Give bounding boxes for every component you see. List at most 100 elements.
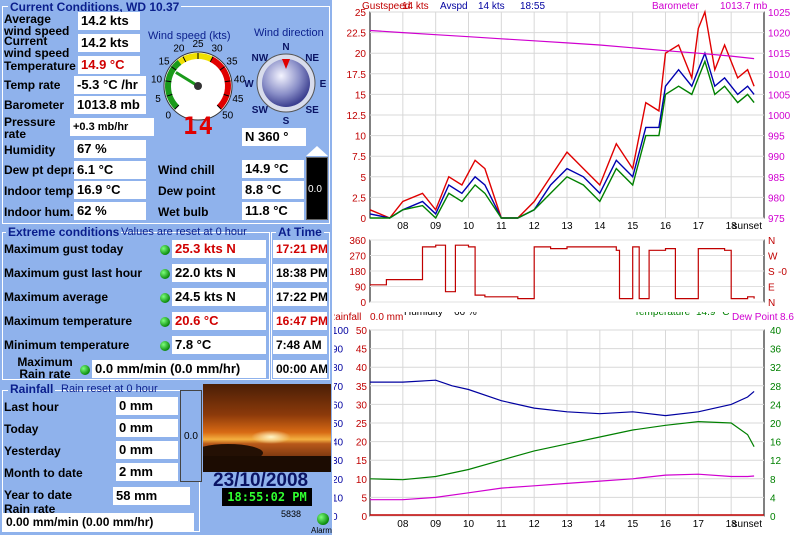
chart2-y-right-label: E xyxy=(768,283,775,294)
extreme-row-value: 20.6 °C xyxy=(172,312,266,330)
rainfall-note: Rain reset at 0 hour xyxy=(61,383,158,395)
chart3-y-right-tick: 4 xyxy=(770,493,776,504)
chart3-y-mid-tick: 20 xyxy=(356,438,368,449)
chart1-y-left-tick: 5 xyxy=(360,173,366,184)
chart2-y-right-label: S xyxy=(768,267,775,278)
dew-depr-label: Dew pt depr. xyxy=(4,163,76,177)
gauge-tick-label: 25 xyxy=(192,40,204,50)
chart-x-tick: 14 xyxy=(594,221,606,232)
chart1-y-left-tick: 7.5 xyxy=(352,152,366,163)
chart-x-tick: 14 xyxy=(594,519,606,530)
extreme-row-label: Maximum gust today xyxy=(4,242,124,256)
chart3-y-mid-tick: 40 xyxy=(356,363,368,374)
compass-label: W xyxy=(244,79,254,90)
chart3-y-mid-tick: 35 xyxy=(356,382,368,393)
compass-label: NW xyxy=(252,53,269,64)
graphs-area: Gustspeed 14 kts Avspd 14 kts 18:55 Barometer… xyxy=(334,0,797,535)
rain-month-value: 2 mm xyxy=(116,463,178,481)
chart1-y-left-tick: 22.5 xyxy=(347,29,367,40)
windchill-label: Wind chill xyxy=(158,163,215,177)
extreme-row-label: Maximum average xyxy=(4,290,109,304)
chart-x-tick: 09 xyxy=(430,221,442,232)
chart1-y-left-tick: 2.5 xyxy=(352,193,366,204)
chart1-y-left-tick: 17.5 xyxy=(347,70,367,81)
temp-rate-label: Temp rate xyxy=(4,78,61,92)
chart-x-tick: 11 xyxy=(496,221,507,232)
chart3-y-right-tick: 28 xyxy=(770,382,782,393)
chart1-time: 18:55 xyxy=(520,1,545,12)
wind-direction-chart: 090180270360 NWSEN-0 xyxy=(349,236,787,309)
left-panel: Current Conditions, WD 10.37 Average win… xyxy=(0,0,332,535)
chart-x-tick: 10 xyxy=(463,221,475,232)
rain-yesterday-value: 0 mm xyxy=(116,441,178,459)
chart-x-tick: 08 xyxy=(397,221,409,232)
chart3-dew-value: 8.6 xyxy=(780,312,794,323)
chart3-y-mid-tick: 10 xyxy=(356,475,368,486)
extreme-row-value: 7.8 °C xyxy=(172,336,266,354)
gauge-tick-label: 5 xyxy=(155,94,161,105)
extreme-row-label: Maximum Rain rate xyxy=(17,355,73,381)
chart-x-tick: 12 xyxy=(529,221,541,232)
extreme-row-time: 00:00 AM xyxy=(273,360,327,378)
chart3-y-left-tick: 80 xyxy=(334,363,344,374)
extreme-row-led-icon xyxy=(160,293,170,303)
chart3-y-mid-tick: 25 xyxy=(356,419,368,430)
chart3-rain-value: 0.0 mm xyxy=(370,312,403,323)
barometer-value: 1013.8 mb xyxy=(74,96,146,114)
chart-x-tick: 15 xyxy=(627,221,639,232)
gauge-tick-label: 50 xyxy=(222,111,234,122)
chart-x-tick: 12 xyxy=(529,519,541,530)
compass-label: E xyxy=(320,79,327,90)
at-time-title: At Time xyxy=(276,225,324,239)
chart-sunset-label: sunset xyxy=(733,519,763,530)
chart1-y-right-tick: 980 xyxy=(768,193,785,204)
dew-depr-value: 6.1 °C xyxy=(74,161,146,179)
chart3-y-right-tick: 12 xyxy=(770,456,782,467)
chart3-y-right-tick: 40 xyxy=(770,326,782,337)
extreme-row-label: Maximum gust last hour xyxy=(4,266,143,280)
chart3-y-left-tick: 90 xyxy=(334,345,344,356)
gauge-tick-label: 10 xyxy=(151,74,163,85)
alarm-led-icon[interactable] xyxy=(317,513,329,525)
chart1-y-left-tick: 20 xyxy=(355,49,367,60)
chart3-y-left-tick: 10 xyxy=(334,493,344,504)
temperature-value: 14.9 °C xyxy=(78,56,140,74)
temperature-label: Temperature xyxy=(4,59,76,73)
extreme-row-led-icon xyxy=(80,365,90,375)
rain-today-value: 0 mm xyxy=(116,419,178,437)
chart1-y-left-tick: 25 xyxy=(355,8,367,19)
chart1-gust-value: 14 kts xyxy=(402,1,429,12)
extreme-row-value: 24.5 kts N xyxy=(172,288,266,306)
chart-x-tick: 17 xyxy=(693,221,705,232)
compass-label: S xyxy=(283,116,290,126)
level-indicator-value: 0.0 xyxy=(308,184,322,195)
chart-x-tick: 17 xyxy=(693,519,705,530)
barometer-label: Barometer xyxy=(4,98,65,112)
chart1-y-left-tick: 10 xyxy=(355,132,367,143)
temp-humidity-chart: Rainfall 0.0 mmHumidity 66 % Temperature 14.… xyxy=(334,312,794,530)
chart2-y-right-label: W xyxy=(768,252,778,263)
chart1-baro-value: 1013.7 mb xyxy=(720,1,768,12)
chart3-y-mid-tick: 0 xyxy=(361,512,367,523)
dewpoint-label: Dew point xyxy=(158,184,216,198)
gauge-tick-label: 35 xyxy=(226,56,238,67)
pressure-rate-label: Pressure rate xyxy=(4,115,56,141)
extreme-row-led-icon xyxy=(160,269,170,279)
extreme-row-time: 17:21 PM xyxy=(273,240,327,258)
chart3-y-mid-tick: 5 xyxy=(361,493,367,504)
chart3-y-left-tick: 100 xyxy=(334,326,349,337)
chart1-y-right-tick: 990 xyxy=(768,152,785,163)
chart2-y-left-tick: 0 xyxy=(360,298,366,309)
extreme-row-value: 0.0 mm/min (0.0 mm/hr) xyxy=(92,360,266,378)
chart-x-tick: 13 xyxy=(561,519,573,530)
wind-baro-chart: Gustspeed14 kts Avspd 14 kts 18:55 Barometer… xyxy=(347,1,791,232)
chart1-y-right-tick: 1020 xyxy=(768,29,791,40)
chart2-y-left-tick: 90 xyxy=(355,283,367,294)
chart3-y-mid-tick: 15 xyxy=(356,456,368,467)
wetbulb-value: 11.8 °C xyxy=(242,202,304,220)
chart3-y-right-tick: 36 xyxy=(770,345,782,356)
rain-today-label: Today xyxy=(4,422,39,436)
rain-last-hour-value: 0 mm xyxy=(116,397,178,415)
chart2-y-left-tick: 360 xyxy=(349,236,366,247)
chart1-y-right-tick: 985 xyxy=(768,173,785,184)
